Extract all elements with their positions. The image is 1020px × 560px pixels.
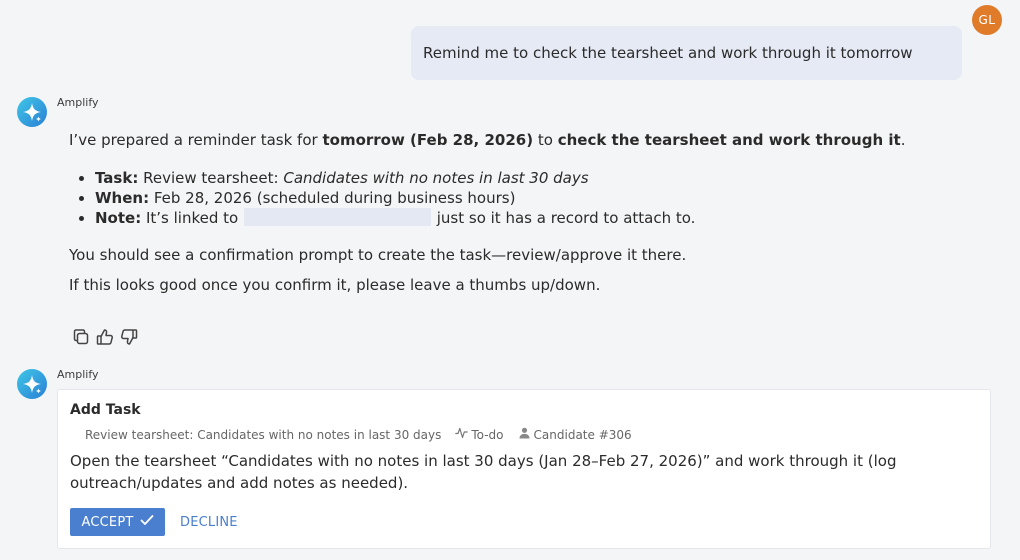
when-label: When: — [95, 188, 150, 207]
thumbs-down-icon[interactable] — [119, 327, 139, 347]
task-label: Task: — [95, 169, 139, 187]
task-type: To-do — [471, 427, 504, 442]
decline-button[interactable]: DECLINE — [180, 508, 238, 536]
when-text: Feb 28, 2026 (scheduled during business … — [149, 188, 516, 207]
task-subject: Review tearsheet: Candidates with no not… — [85, 427, 442, 442]
intro-action: check the tearsheet and work through it — [557, 131, 901, 149]
feedback-paragraph: If this looks good once you confirm it, … — [69, 275, 601, 294]
assistant-name: Amplify — [57, 96, 99, 109]
task-description: Open the tearsheet “Candidates with no n… — [70, 452, 897, 492]
amplify-sparkle-icon — [17, 97, 47, 127]
assistant-intro: I’ve prepared a reminder task for tomorr… — [69, 130, 969, 150]
activity-icon — [455, 427, 471, 442]
task-text: Review tearsheet: — [138, 169, 284, 187]
list-item: Task: Review tearsheet: Candidates with … — [95, 169, 969, 189]
intro-date: tomorrow (Feb 28, 2026) — [322, 131, 534, 149]
redacted-record — [243, 208, 431, 226]
confirmation-paragraph: You should see a confirmation prompt to … — [69, 245, 687, 264]
add-task-card: Add Task Review tearsheet: Candidates wi… — [57, 389, 991, 549]
intro-text-mid: to — [533, 131, 558, 149]
list-item: When: Feb 28, 2026 (scheduled during bus… — [95, 189, 969, 209]
user-message-bubble: Remind me to check the tearsheet and wor… — [411, 26, 962, 80]
list-item: Note: It’s linked to just so it has a re… — [95, 208, 969, 229]
feedback-actions — [71, 327, 139, 347]
intro-suffix: . — [900, 131, 906, 149]
assistant-message: I’ve prepared a reminder task for tomorr… — [69, 130, 969, 295]
intro-text: I’ve prepared a reminder task for — [69, 131, 323, 149]
task-tearsheet-name: Candidates with no notes in last 30 days — [283, 169, 589, 187]
task-record: Candidate #306 — [533, 427, 632, 442]
note-text: It’s linked to — [141, 209, 243, 227]
accept-button[interactable]: ACCEPT — [70, 508, 165, 536]
user-avatar: GL — [972, 5, 1002, 35]
note-text-end: just so it has a record to attach to. — [431, 209, 696, 227]
task-details-list: Task: Review tearsheet: Candidates with … — [69, 169, 969, 229]
copy-icon[interactable] — [71, 327, 91, 347]
candidate-icon — [518, 427, 534, 442]
amplify-sparkle-icon — [17, 369, 47, 399]
checkmark-icon — [140, 514, 154, 530]
card-title: Add Task — [70, 402, 141, 418]
task-meta: Review tearsheet: Candidates with no not… — [85, 427, 632, 442]
thumbs-up-icon[interactable] — [95, 327, 115, 347]
note-label: Note: — [95, 209, 142, 227]
accept-label: ACCEPT — [81, 514, 134, 530]
assistant-name: Amplify — [57, 368, 99, 381]
